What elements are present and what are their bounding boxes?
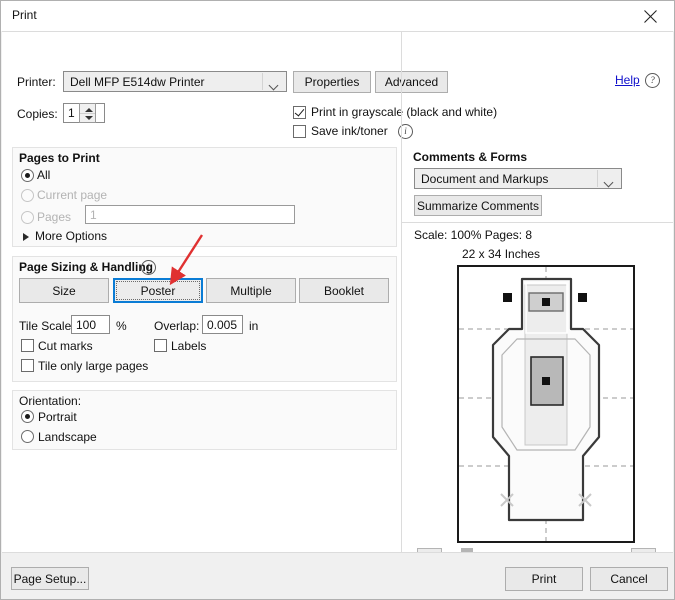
radio-current-page[interactable] (21, 189, 34, 202)
target-silhouette-preview (459, 267, 633, 541)
info-circle-icon-sizing[interactable]: i (141, 260, 156, 275)
radio-landscape-label: Landscape (38, 430, 97, 444)
radio-portrait-label: Portrait (38, 410, 77, 424)
stepper-up-icon[interactable] (80, 104, 95, 113)
page-setup-button[interactable]: Page Setup... (11, 567, 89, 590)
radio-all-label: All (37, 168, 51, 182)
more-options-chevron-icon[interactable] (23, 233, 29, 241)
dialog-footer: Page Setup... Print Cancel (2, 552, 673, 599)
page-sizing-title: Page Sizing & Handling (19, 260, 154, 274)
labels-label: Labels (171, 339, 207, 353)
cut-marks-label: Cut marks (38, 339, 93, 353)
chevron-down-icon-comments (597, 170, 620, 187)
cancel-button-label: Cancel (610, 572, 648, 586)
chevron-down-icon (262, 73, 285, 90)
advanced-button[interactable]: Advanced (375, 71, 448, 93)
pages-to-print-title: Pages to Print (19, 151, 100, 165)
radio-portrait[interactable] (21, 410, 34, 423)
comments-forms-title: Comments & Forms (413, 150, 528, 164)
overlap-label: Overlap: (154, 319, 200, 333)
copies-stepper[interactable] (79, 103, 96, 123)
tile-scale-label: Tile Scale: (19, 319, 75, 333)
tile-scale-unit: % (116, 319, 127, 333)
properties-button-label: Properties (304, 75, 360, 89)
size-button-label: Size (52, 283, 76, 298)
save-ink-checkbox[interactable] (293, 125, 306, 138)
summarize-comments-button[interactable]: Summarize Comments (414, 195, 542, 216)
poster-button[interactable]: Poster (113, 278, 203, 303)
radio-pages-label: Pages (37, 210, 72, 224)
booklet-button[interactable]: Booklet (299, 278, 389, 303)
print-button-label: Print (531, 572, 557, 586)
panel-divider (401, 32, 402, 553)
multiple-button[interactable]: Multiple (206, 278, 296, 303)
radio-landscape[interactable] (21, 430, 34, 443)
summarize-comments-label: Summarize Comments (416, 198, 540, 213)
overlap-input[interactable]: 0.005 (202, 315, 243, 334)
tile-only-large-label: Tile only large pages (38, 359, 149, 373)
close-icon[interactable] (628, 1, 674, 30)
cut-marks-checkbox[interactable] (21, 339, 34, 352)
focus-outline (116, 281, 200, 300)
labels-checkbox[interactable] (154, 339, 167, 352)
page-setup-label: Page Setup... (13, 571, 87, 586)
help-link[interactable]: Help (615, 73, 640, 87)
grayscale-checkbox[interactable] (293, 106, 306, 119)
print-button[interactable]: Print (505, 567, 583, 591)
preview-divider (402, 222, 673, 223)
calibration-square-right (578, 293, 587, 302)
copies-label: Copies: (17, 107, 58, 121)
comments-forms-value: Document and Markups (421, 172, 549, 186)
head-aim-dot (542, 298, 550, 306)
window-title: Print (12, 8, 37, 22)
radio-current-page-label: Current page (37, 188, 108, 202)
preview-size-text: 22 x 34 Inches (462, 247, 541, 261)
cancel-button[interactable]: Cancel (590, 567, 668, 591)
question-circle-icon[interactable]: ? (645, 73, 660, 88)
preview-scale-text: Scale: 100% Pages: 8 (414, 228, 533, 242)
chest-aim-dot (542, 377, 550, 385)
properties-button[interactable]: Properties (293, 71, 371, 93)
save-ink-label: Save ink/toner (311, 124, 388, 138)
radio-all[interactable] (21, 169, 34, 182)
orientation-title: Orientation: (19, 394, 82, 408)
overlap-unit: in (249, 319, 259, 333)
radio-pages[interactable] (21, 211, 34, 224)
page-preview[interactable] (457, 265, 635, 543)
comments-forms-select[interactable]: Document and Markups (414, 168, 622, 189)
pages-range-input[interactable]: 1 (85, 205, 295, 224)
stepper-down-icon[interactable] (80, 113, 95, 122)
dialog-body: Printer: Dell MFP E514dw Printer Propert… (2, 31, 673, 586)
close-glyph (644, 10, 657, 23)
printer-label: Printer: (17, 75, 56, 89)
printer-select-value: Dell MFP E514dw Printer (70, 75, 205, 89)
calibration-square-left (503, 293, 512, 302)
pages-range-value: 1 (90, 208, 97, 222)
tile-only-large-checkbox[interactable] (21, 359, 34, 372)
tile-scale-input[interactable]: 100 (71, 315, 110, 334)
tile-scale-value: 100 (76, 318, 97, 332)
grayscale-label: Print in grayscale (black and white) (311, 105, 498, 119)
overlap-value: 0.005 (207, 318, 238, 332)
print-dialog: Print Printer: Dell MFP E514dw Printer P… (0, 0, 675, 600)
size-button[interactable]: Size (19, 278, 109, 303)
title-bar: Print (1, 1, 674, 31)
printer-select[interactable]: Dell MFP E514dw Printer (63, 71, 287, 92)
multiple-button-label: Multiple (230, 283, 272, 298)
more-options-label[interactable]: More Options (35, 229, 107, 243)
copies-input-value: 1 (68, 106, 75, 120)
booklet-button-label: Booklet (323, 283, 365, 298)
advanced-button-label: Advanced (384, 75, 439, 89)
